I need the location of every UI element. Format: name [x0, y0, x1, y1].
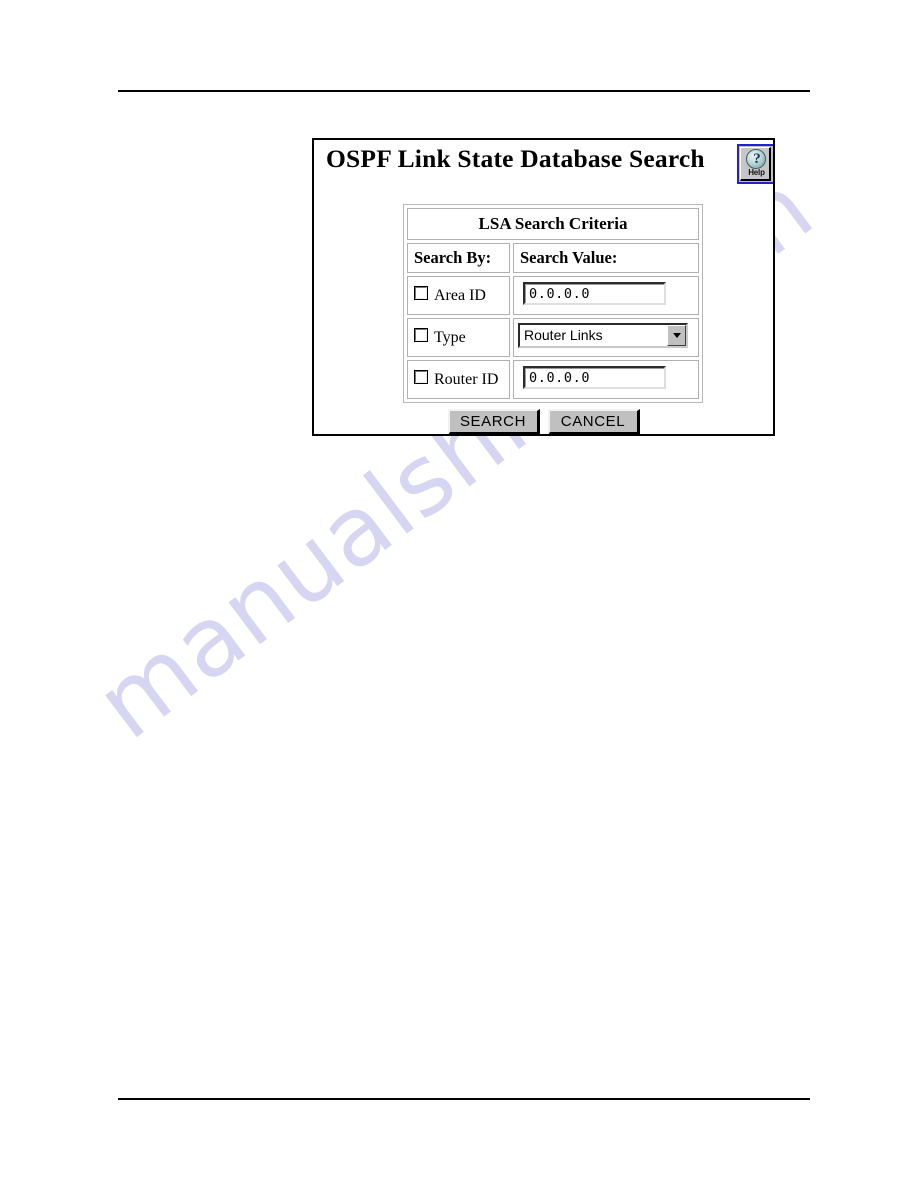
checkbox-area-id[interactable] — [414, 285, 428, 300]
table-caption-cell: LSA Search Criteria — [407, 208, 699, 240]
checkbox-label-area-id: Area ID — [434, 286, 486, 304]
row-value-cell-type: Router Links — [513, 318, 699, 357]
help-button[interactable]: ? Help — [737, 144, 773, 184]
column-header-search-value: Search Value: — [513, 243, 699, 273]
help-button-label: Help — [748, 168, 765, 177]
table-header-row: Search By: Search Value: — [407, 243, 699, 273]
ospf-search-dialog: OSPF Link State Database Search ? Help L… — [312, 138, 775, 436]
type-select[interactable]: Router Links — [518, 322, 688, 348]
checkbox-label-router-id: Router ID — [434, 370, 499, 388]
checkbox-router-id[interactable] — [414, 369, 428, 384]
column-header-search-by: Search By: — [407, 243, 510, 273]
chevron-down-icon[interactable] — [667, 324, 686, 346]
table-row: Router ID 0.0.0.0 — [407, 360, 699, 399]
cancel-button[interactable]: CANCEL — [547, 409, 640, 434]
search-button[interactable]: SEARCH — [447, 409, 540, 434]
type-select-value: Router Links — [524, 326, 603, 343]
row-value-cell-router-id: 0.0.0.0 — [513, 360, 699, 399]
dialog-title-bar: OSPF Link State Database Search ? Help — [314, 140, 773, 190]
lsa-search-criteria-table: LSA Search Criteria Search By: Search Va… — [403, 204, 703, 403]
row-label-cell-router-id: Router ID — [407, 360, 510, 399]
chevron-down-glyph — [672, 333, 681, 338]
router-id-input[interactable]: 0.0.0.0 — [523, 365, 666, 389]
help-button-face: ? Help — [740, 147, 771, 181]
dialog-button-row: SEARCH CANCEL — [314, 409, 773, 434]
table-row: Type Router Links — [407, 318, 699, 357]
row-label-cell-area-id: Area ID — [407, 276, 510, 315]
row-label-cell-type: Type — [407, 318, 510, 357]
table-row: Area ID 0.0.0.0 — [407, 276, 699, 315]
question-mark-circle-icon: ? — [746, 149, 766, 169]
checkbox-label-type: Type — [434, 328, 466, 346]
page-title: OSPF Link State Database Search — [326, 144, 705, 173]
table-caption-row: LSA Search Criteria — [407, 208, 699, 240]
row-value-cell-area-id: 0.0.0.0 — [513, 276, 699, 315]
area-id-input[interactable]: 0.0.0.0 — [523, 281, 666, 305]
page-footer-rule — [118, 1098, 810, 1100]
page-header-rule — [118, 90, 810, 92]
checkbox-type[interactable] — [414, 327, 428, 342]
question-mark-glyph: ? — [753, 151, 761, 167]
